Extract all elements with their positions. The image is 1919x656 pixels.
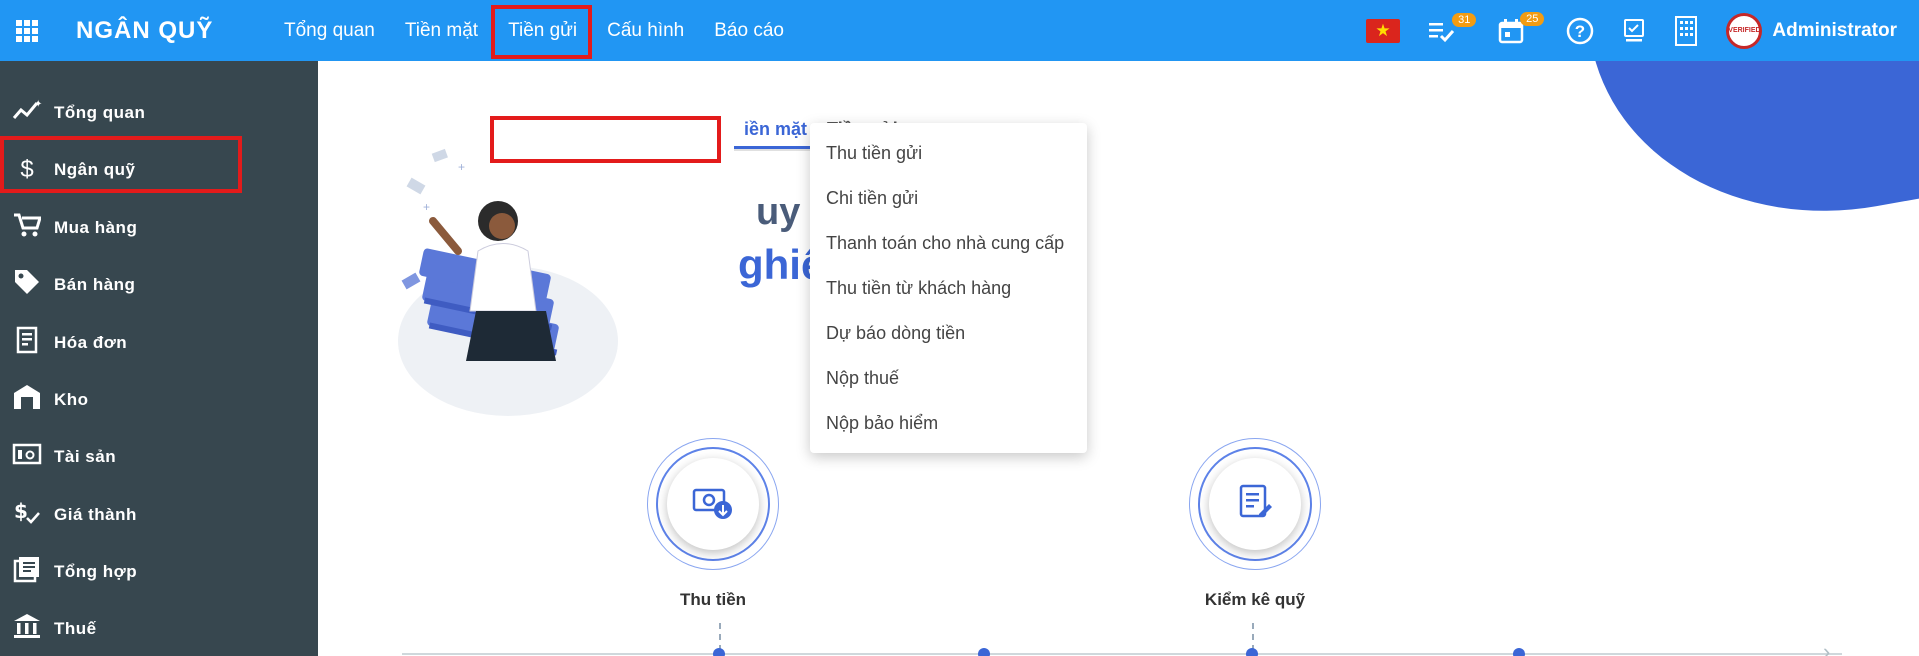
language-flag-icon[interactable] [1366, 18, 1401, 43]
tab-tien-mat[interactable]: iền mặt [734, 111, 818, 149]
sidebar-item-label: Mua hàng [54, 218, 138, 237]
svg-text:+: + [423, 200, 430, 214]
warehouse-icon [0, 383, 54, 418]
svg-text:+: + [458, 160, 465, 174]
timeline-dot [713, 648, 725, 656]
sidebar-item-label: Bán hàng [54, 275, 136, 294]
menu-item-thu-tien-gui[interactable]: Thu tiền gửi [810, 131, 1087, 176]
menu-item-du-bao-dong-tien[interactable]: Dự báo dòng tiền [810, 311, 1087, 356]
sidebar-item-thue[interactable]: Thuế [0, 604, 318, 654]
sidebar-item-kho[interactable]: Kho [0, 375, 318, 425]
sidebar-item-gia-thanh[interactable]: $ Giá thành [0, 490, 318, 540]
hero-illustration: + + [398, 111, 628, 421]
svg-text:✦: ✦ [34, 99, 42, 110]
sidebar-item-hoa-don[interactable]: Hóa đơn [0, 318, 318, 368]
timeline-dot [1246, 648, 1258, 656]
nav-tien-gui[interactable]: Tiền gửi [508, 0, 577, 61]
user-avatar[interactable]: VERIFIED [1726, 12, 1763, 49]
main-content: + + iền mặt Tiền gửi uy trình ghiệp vụ t… [318, 61, 1919, 656]
timeline-dot [978, 648, 990, 656]
menu-item-thu-tien-khach-hang[interactable]: Thu tiền từ khách hàng [810, 266, 1087, 311]
calendar-icon[interactable]: 25 [1498, 11, 1545, 44]
tasks-icon[interactable]: 31 [1428, 12, 1477, 43]
app-brand: NGÂN QUỸ [76, 17, 214, 44]
menu-item-nop-bao-hiem[interactable]: Nộp bảo hiểm [810, 401, 1087, 446]
tien-gui-dropdown: Thu tiền gửi Chi tiền gửi Thanh toán cho… [810, 123, 1087, 453]
tasks-badge: 31 [1452, 12, 1477, 27]
sidebar-item-label: Hóa đơn [54, 333, 128, 352]
step-label: Kiểm kê quỹ [1204, 590, 1306, 609]
step-thu-tien[interactable]: Thu tiền [643, 438, 783, 610]
sidebar-item-label: Giá thành [54, 505, 137, 524]
step-connector [719, 623, 721, 651]
sidebar-item-label: Tài sản [54, 447, 117, 466]
sidebar-item-label: Ngân quỹ [54, 160, 136, 179]
chart-line-icon: ✦ [0, 98, 54, 129]
sidebar-item-label: Tổng quan [54, 103, 146, 122]
nav-tong-quan[interactable]: Tổng quan [284, 0, 375, 61]
ledger-icon [0, 555, 54, 590]
menu-item-chi-tien-gui[interactable]: Chi tiền gửi [810, 176, 1087, 221]
timeline-line [402, 653, 1842, 655]
step-connector [1252, 623, 1254, 651]
nav-bao-cao[interactable]: Báo cáo [714, 0, 784, 61]
calendar-badge: 25 [1520, 11, 1545, 26]
nav-tien-mat[interactable]: Tiền mặt [405, 0, 478, 61]
sidebar-item-ban-hang[interactable]: Bán hàng [0, 260, 318, 310]
company-building-icon[interactable] [1674, 15, 1698, 46]
menu-item-nop-thue[interactable]: Nộp thuế [810, 356, 1087, 401]
asset-icon [0, 442, 54, 473]
header-tools: 31 25 ? VERIFIED Administrator [1366, 0, 1919, 61]
approval-icon[interactable] [1622, 18, 1646, 44]
step-kiem-ke-quy[interactable]: Kiểm kê quỹ [1185, 438, 1325, 610]
step-label: Thu tiền [679, 590, 747, 609]
menu-item-thanh-toan-ncc[interactable]: Thanh toán cho nhà cung cấp [810, 221, 1087, 266]
nav-cau-hinh[interactable]: Cấu hình [607, 0, 684, 61]
sidebar-item-tong-hop[interactable]: Tổng hợp [0, 547, 318, 597]
sidebar-item-ngan-quy[interactable]: $ Ngân quỹ [0, 145, 318, 195]
dollar-icon: $ [20, 156, 34, 183]
help-icon[interactable]: ? [1566, 17, 1594, 45]
svg-text:?: ? [1575, 22, 1585, 41]
timeline-dot [1513, 648, 1525, 656]
svg-text:$: $ [14, 499, 28, 523]
tag-icon [0, 268, 54, 303]
sidebar-item-label: Tổng hợp [54, 562, 138, 581]
chevron-right-icon[interactable]: › [1823, 639, 1830, 656]
cart-icon [0, 212, 54, 245]
sidebar-item-tong-quan[interactable]: ✦ Tổng quan [0, 88, 318, 138]
user-name[interactable]: Administrator [1772, 20, 1897, 42]
apps-grid-icon[interactable] [16, 20, 38, 42]
sidebar-item-mua-hang[interactable]: Mua hàng [0, 203, 318, 253]
sidebar-item-label: Thuế [54, 619, 97, 638]
bank-icon [0, 612, 54, 647]
sidebar-item-label: Kho [54, 390, 89, 409]
top-bar: NGÂN QUỸ Tổng quan Tiền mặt Tiền gửi Cấu… [0, 0, 1919, 61]
decorative-wave [1575, 61, 1919, 250]
sidebar-item-tai-san[interactable]: Tài sản [0, 432, 318, 482]
checklist-edit-icon [1235, 482, 1275, 527]
main-nav: Tổng quan Tiền mặt Tiền gửi Cấu hình Báo… [284, 0, 814, 61]
cost-icon: $ [0, 498, 54, 533]
sidebar: ✦ Tổng quan $ Ngân quỹ Mua hàng Bán hàng… [0, 61, 318, 656]
money-in-icon [691, 482, 735, 527]
invoice-icon [0, 326, 54, 361]
